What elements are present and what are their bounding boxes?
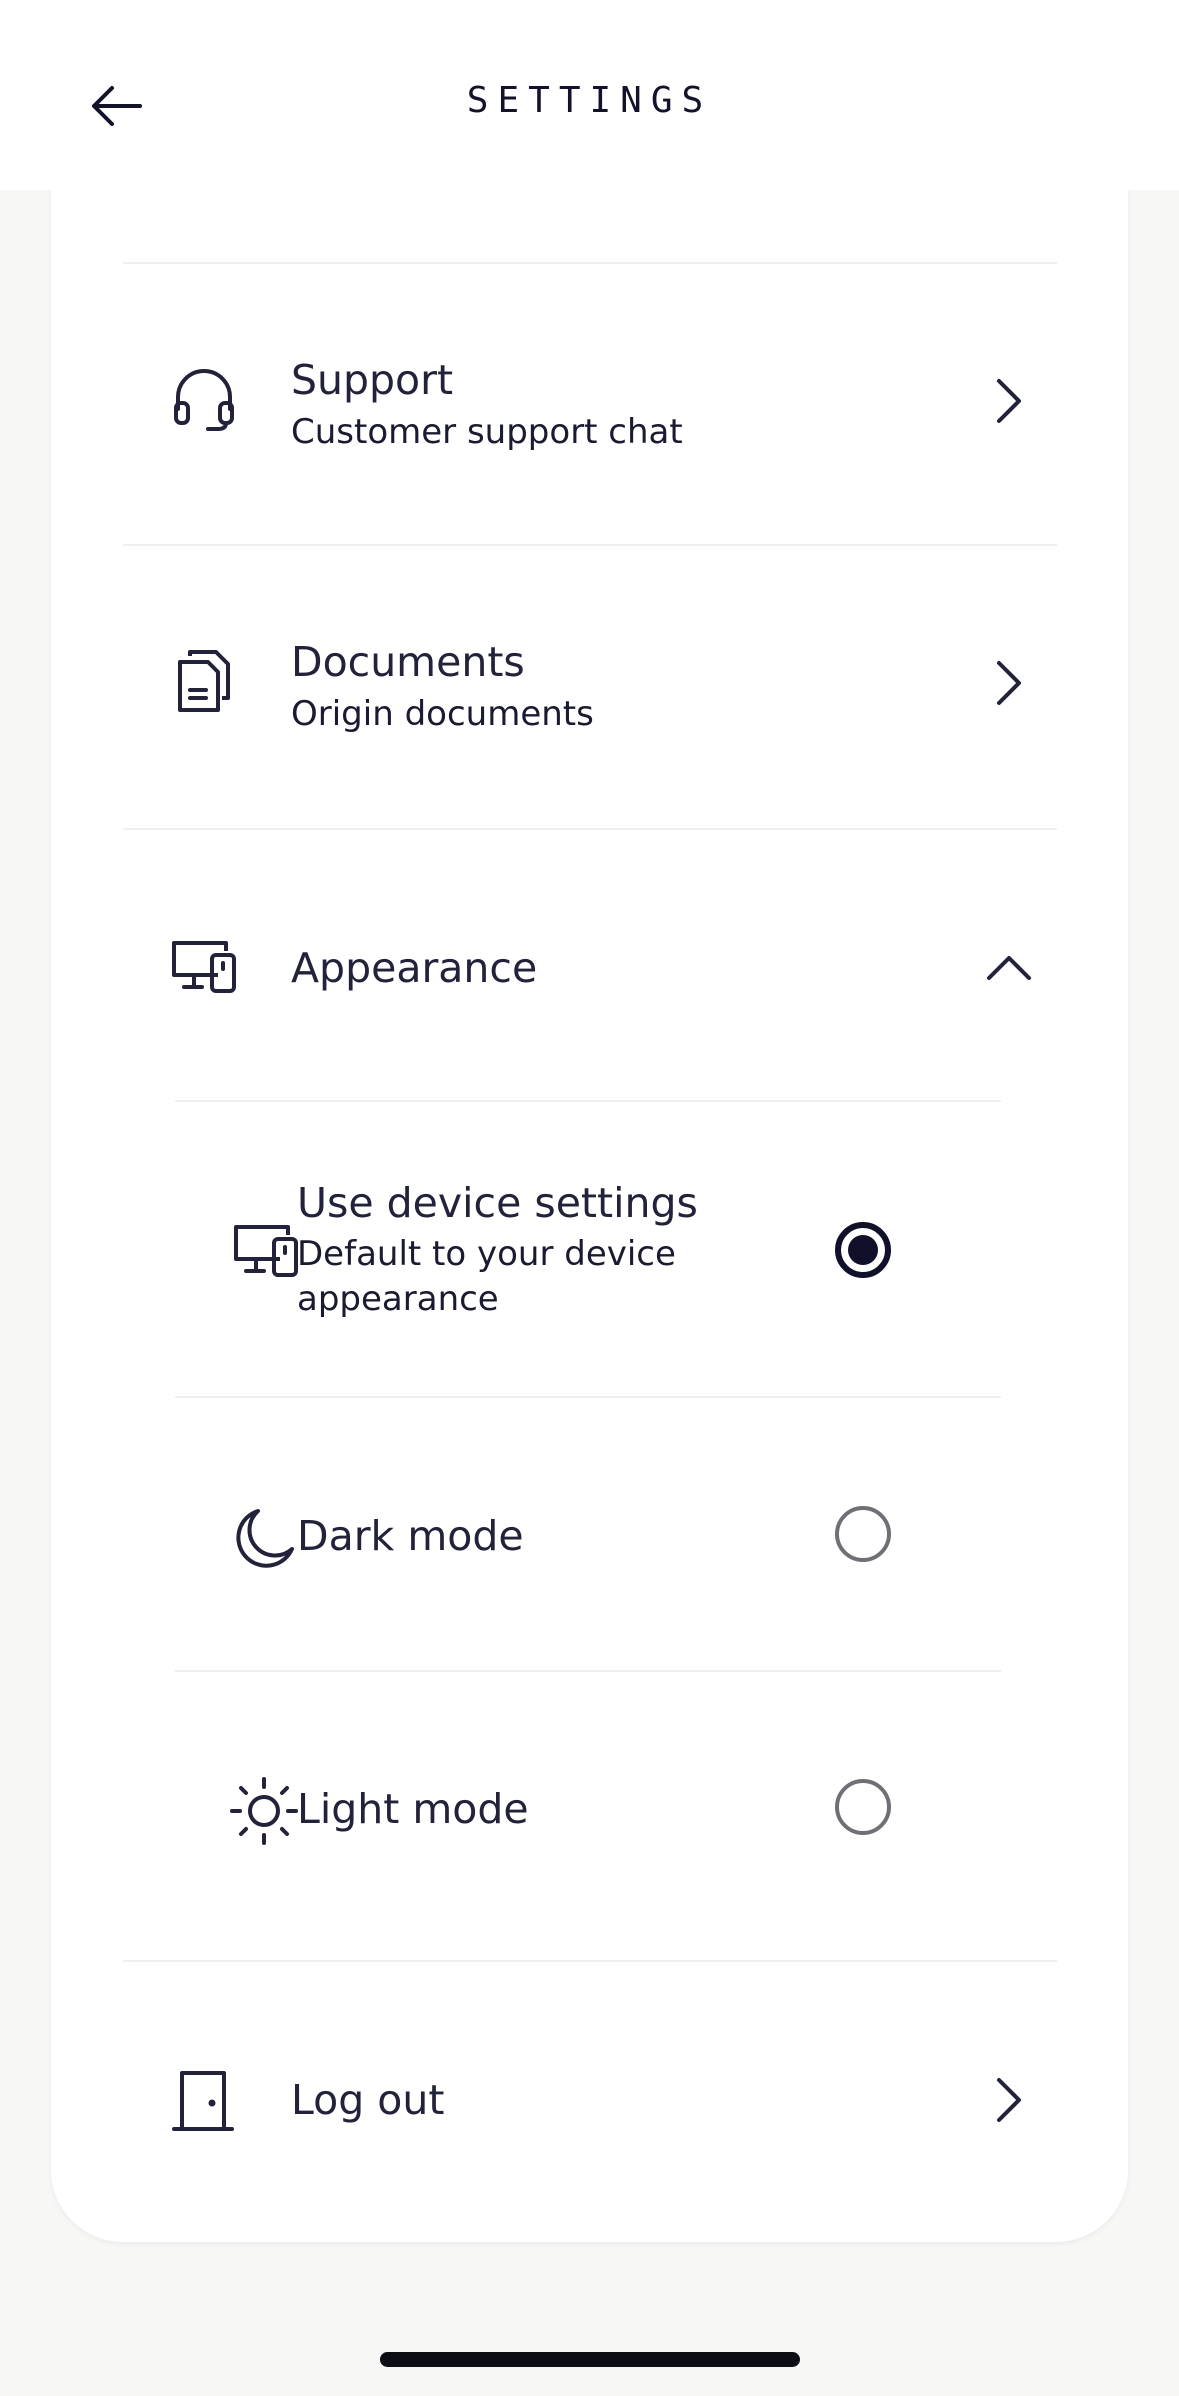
chevron-up-icon <box>983 948 1035 988</box>
chevron-right-icon <box>989 2074 1029 2126</box>
option-subtitle: Default to your device appearance <box>297 1234 676 1319</box>
option-title: Dark mode <box>297 1512 524 1560</box>
option-title: Use device settings <box>297 1179 698 1227</box>
logout-title: Log out <box>291 2076 445 2124</box>
menu-item-appearance[interactable]: Appearance <box>123 830 1057 1100</box>
option-title: Light mode <box>297 1785 529 1833</box>
headset-icon <box>169 364 239 434</box>
radio-device-settings[interactable] <box>835 1222 891 1278</box>
door-icon <box>167 2066 239 2136</box>
chevron-right-icon <box>989 657 1029 709</box>
chevron-right-icon <box>989 375 1029 427</box>
radio-dark-mode[interactable] <box>835 1506 891 1562</box>
support-subtitle: Customer support chat <box>291 412 683 452</box>
devices-icon <box>229 1220 301 1280</box>
devices-icon <box>167 936 239 996</box>
documents-subtitle: Origin documents <box>291 694 594 734</box>
documents-title: Documents <box>291 638 525 686</box>
home-indicator <box>380 2352 800 2367</box>
appearance-title: Appearance <box>291 944 538 992</box>
support-title: Support <box>291 356 454 404</box>
header-bar: SETTINGS <box>0 0 1179 190</box>
moon-icon <box>229 1502 299 1572</box>
appearance-option-light[interactable]: Light mode <box>175 1672 1001 1960</box>
appearance-option-dark[interactable]: Dark mode <box>175 1398 1001 1670</box>
page-title: SETTINGS <box>466 80 713 121</box>
radio-light-mode[interactable] <box>835 1779 891 1835</box>
menu-item-documents[interactable]: Documents Origin documents <box>123 546 1057 826</box>
menu-item-logout[interactable]: Log out <box>123 1962 1057 2222</box>
sun-icon <box>229 1776 299 1846</box>
documents-icon <box>169 646 239 716</box>
settings-card: Support Customer support chat Documents … <box>51 100 1128 2242</box>
appearance-option-device[interactable]: Use device settings Default to your devi… <box>175 1102 1001 1396</box>
menu-item-support[interactable]: Support Customer support chat <box>123 264 1057 544</box>
